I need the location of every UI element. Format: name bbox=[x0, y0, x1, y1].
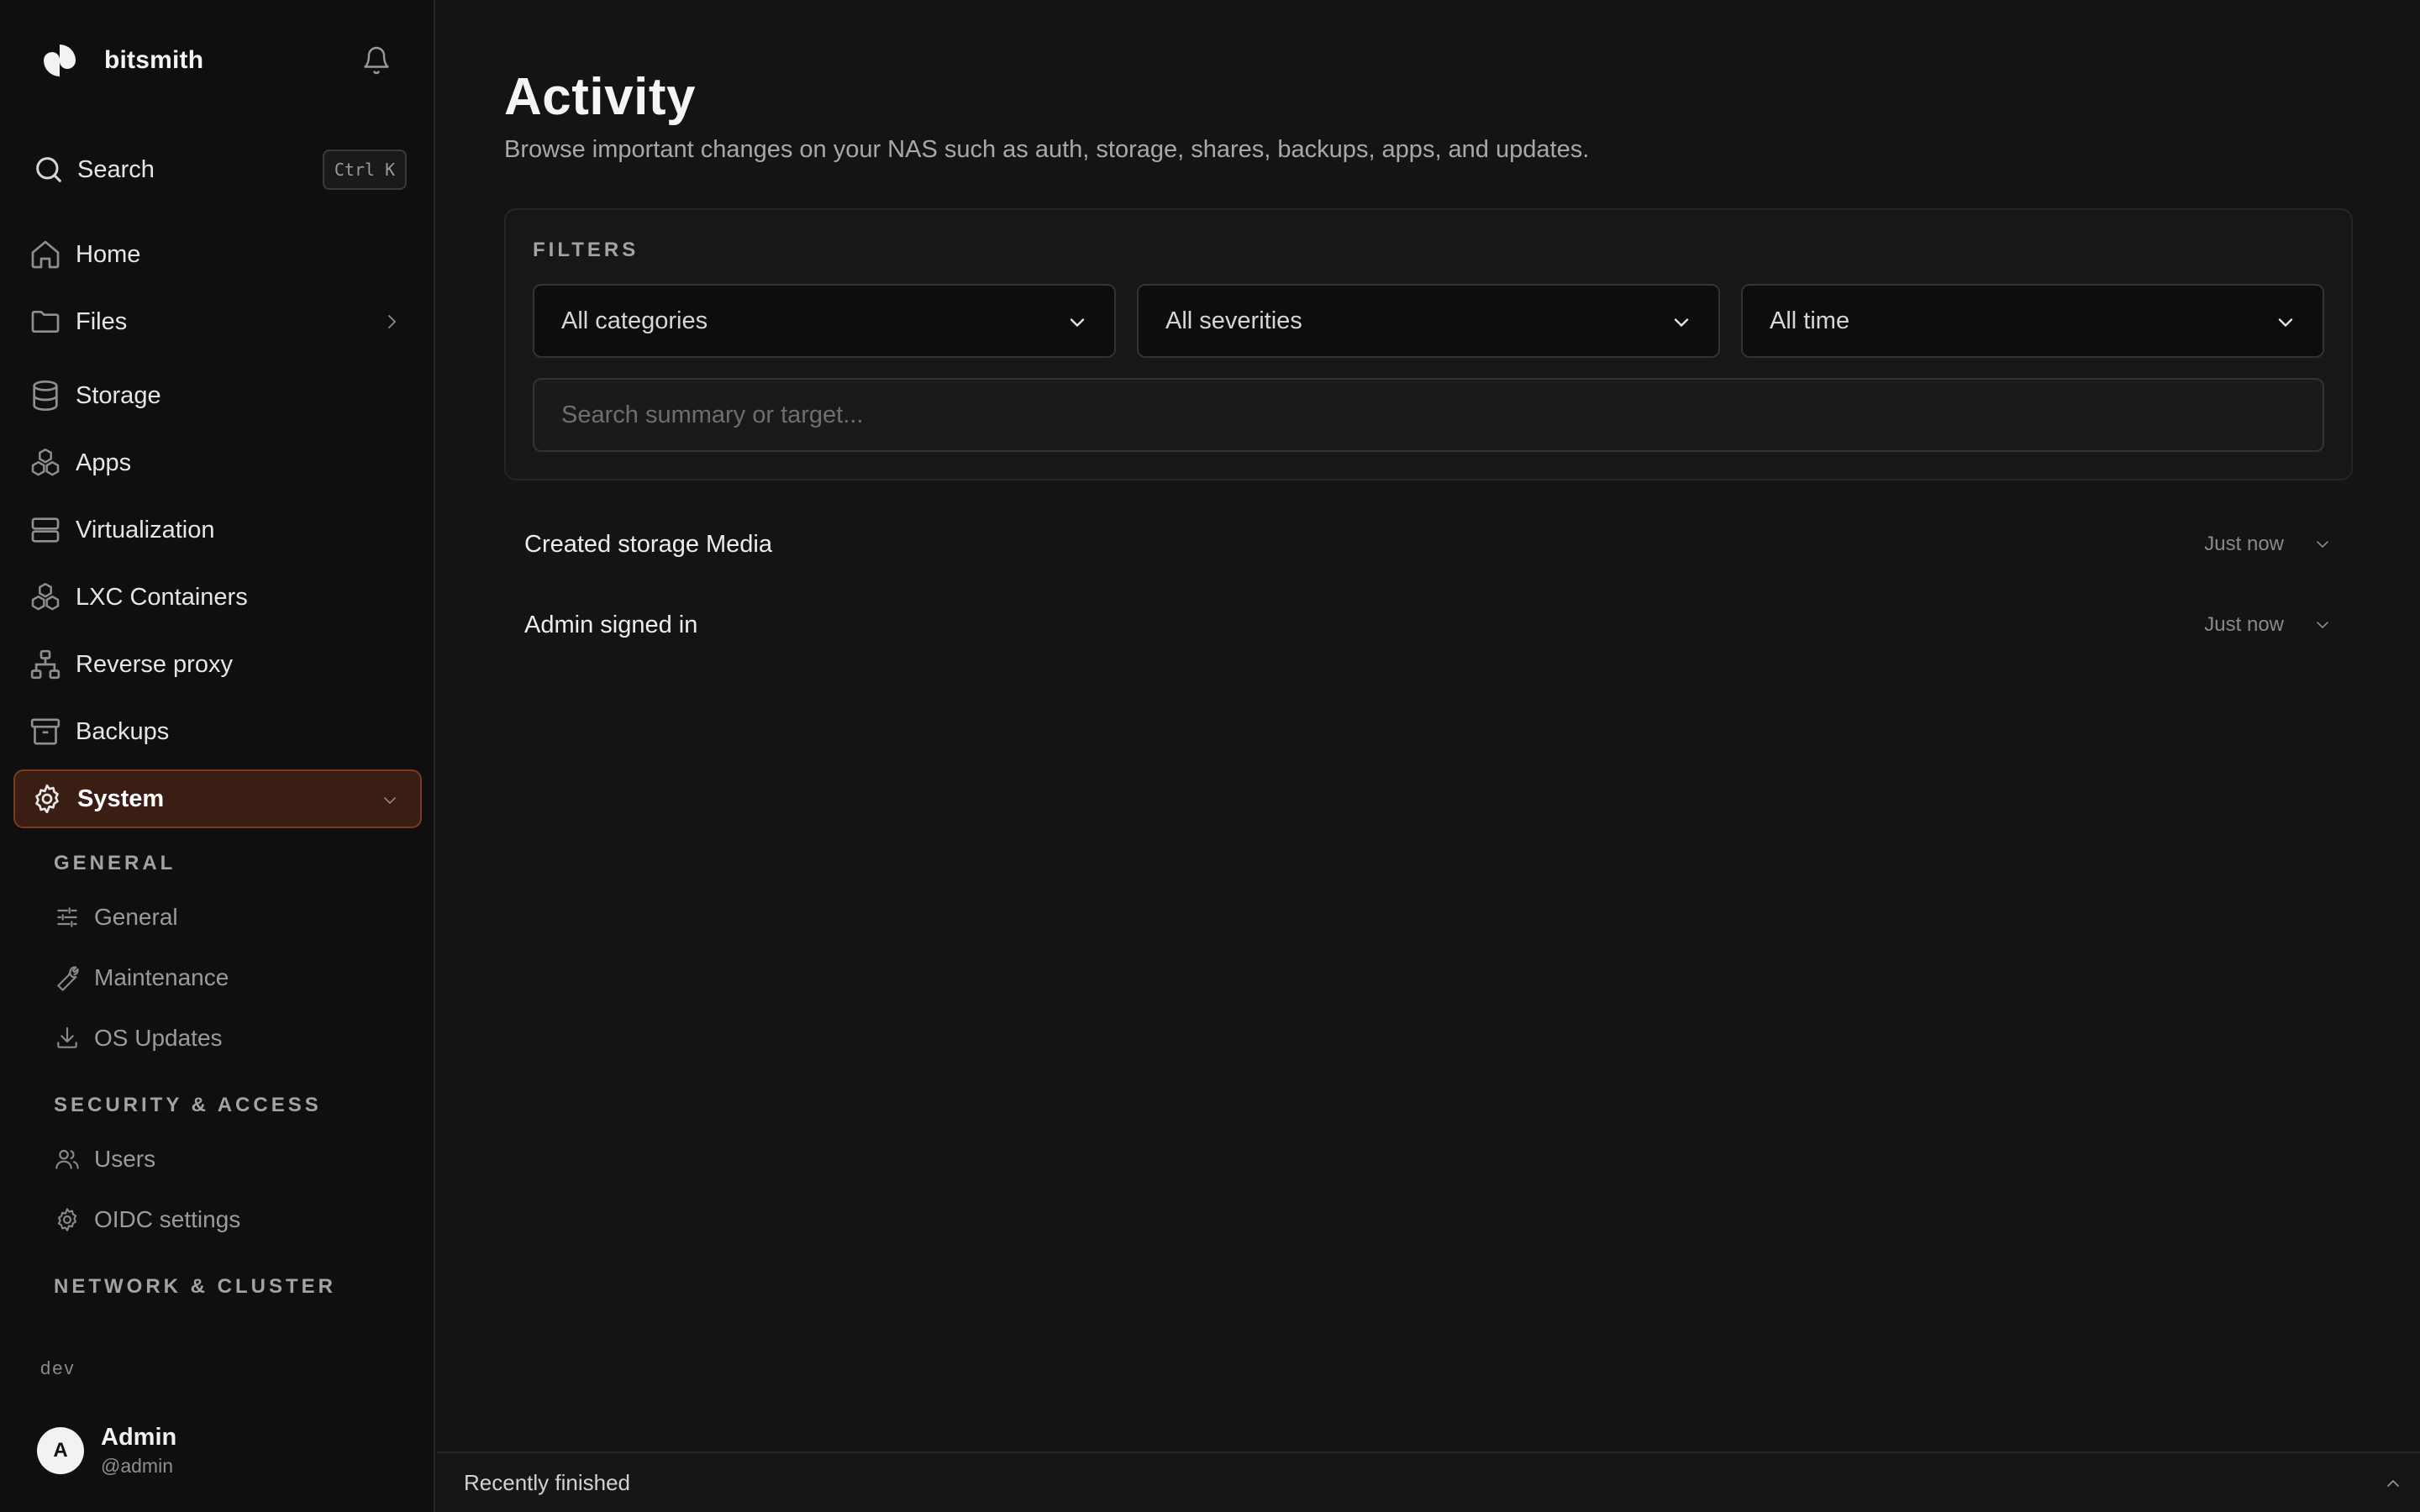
page-subtitle: Browse important changes on your NAS suc… bbox=[504, 136, 1590, 163]
sub-item-label: OIDC settings bbox=[94, 1206, 241, 1232]
activity-summary: Created storage Media bbox=[524, 530, 772, 558]
nav-item-reverse-proxy[interactable]: Reverse proxy bbox=[13, 635, 422, 694]
boxes-icon bbox=[29, 580, 62, 614]
brand-name: bitsmith bbox=[104, 46, 204, 74]
activity-summary: Admin signed in bbox=[524, 611, 698, 638]
nav-item-virtualization[interactable]: Virtualization bbox=[13, 501, 422, 559]
chevron-down-icon bbox=[1670, 311, 1693, 334]
recently-finished-bar[interactable]: Recently finished bbox=[437, 1452, 2420, 1512]
severity-select-value: All severities bbox=[1165, 307, 1302, 334]
folder-icon bbox=[29, 305, 62, 339]
wrench-icon bbox=[54, 964, 81, 991]
nav-label: Reverse proxy bbox=[76, 650, 233, 678]
nav-item-storage[interactable]: Storage bbox=[13, 366, 422, 425]
search-button[interactable]: Search Ctrl K bbox=[29, 144, 407, 195]
chevron-down-icon[interactable] bbox=[2312, 615, 2333, 635]
section-label-security-access: SECURITY & ACCESS bbox=[54, 1094, 322, 1116]
activity-time: Just now bbox=[2204, 533, 2284, 555]
search-shortcut-badge: Ctrl K bbox=[323, 150, 407, 190]
nav-item-lxc-containers[interactable]: LXC Containers bbox=[13, 568, 422, 627]
nav-label: Backups bbox=[76, 717, 170, 745]
chevron-down-icon[interactable] bbox=[380, 790, 400, 811]
sidebar: bitsmith Search Ctrl K Home Files Storag… bbox=[0, 0, 435, 1512]
sub-item-oidc-settings[interactable]: OIDC settings bbox=[47, 1194, 417, 1245]
filters-label: FILTERS bbox=[533, 239, 639, 261]
chevron-down-icon bbox=[1065, 311, 1089, 334]
nav-item-system[interactable]: System bbox=[13, 769, 422, 828]
app-window: bitsmith Search Ctrl K Home Files Storag… bbox=[0, 0, 2420, 1512]
gear-icon bbox=[54, 1206, 81, 1233]
home-icon bbox=[29, 238, 62, 271]
chevron-down-icon[interactable] bbox=[2312, 534, 2333, 554]
nav-item-apps[interactable]: Apps bbox=[13, 433, 422, 492]
nav-item-backups[interactable]: Backups bbox=[13, 702, 422, 761]
sub-item-general[interactable]: General bbox=[47, 892, 417, 942]
download-icon bbox=[54, 1025, 81, 1052]
search-icon bbox=[32, 153, 66, 186]
activity-row[interactable]: Admin signed in Just now bbox=[504, 591, 2353, 659]
sub-item-label: Maintenance bbox=[94, 964, 229, 990]
chevron-right-icon[interactable] bbox=[381, 312, 402, 332]
sub-item-label: General bbox=[94, 904, 178, 930]
nav-item-files[interactable]: Files bbox=[13, 292, 422, 351]
sub-item-label: OS Updates bbox=[94, 1025, 223, 1051]
database-icon bbox=[29, 379, 62, 412]
search-label: Search bbox=[77, 155, 155, 183]
time-range-select[interactable]: All time bbox=[1741, 284, 2324, 358]
nav-label: Apps bbox=[76, 449, 132, 476]
recently-finished-label: Recently finished bbox=[464, 1469, 630, 1495]
severity-select[interactable]: All severities bbox=[1137, 284, 1720, 358]
gear-icon bbox=[30, 782, 64, 816]
network-icon bbox=[29, 648, 62, 681]
nav-label: LXC Containers bbox=[76, 583, 248, 611]
avatar: A bbox=[37, 1427, 84, 1474]
activity-time: Just now bbox=[2204, 613, 2284, 636]
page-title: Activity bbox=[504, 68, 696, 126]
chevron-down-icon bbox=[2274, 311, 2297, 334]
section-label-network-cluster: NETWORK & CLUSTER bbox=[54, 1275, 336, 1298]
chevron-up-icon[interactable] bbox=[2383, 1473, 2403, 1494]
sliders-icon bbox=[54, 904, 81, 931]
nav-label: Virtualization bbox=[76, 516, 215, 543]
nav-label: System bbox=[77, 785, 165, 812]
sub-item-users[interactable]: Users bbox=[47, 1134, 417, 1184]
environment-label: dev bbox=[40, 1357, 76, 1378]
nav-label: Storage bbox=[76, 381, 161, 409]
user-handle: @admin bbox=[101, 1455, 173, 1477]
category-select-value: All categories bbox=[561, 307, 708, 334]
time-range-select-value: All time bbox=[1770, 307, 1850, 334]
user-name: Admin bbox=[101, 1424, 177, 1451]
user-text: Admin @admin bbox=[101, 1424, 176, 1478]
brand[interactable]: bitsmith bbox=[40, 40, 203, 81]
nav-item-home[interactable]: Home bbox=[13, 225, 422, 284]
category-select[interactable]: All categories bbox=[533, 284, 1116, 358]
sub-item-maintenance[interactable]: Maintenance bbox=[47, 953, 417, 1003]
sub-item-os-updates[interactable]: OS Updates bbox=[47, 1013, 417, 1063]
section-label-general: GENERAL bbox=[54, 852, 176, 874]
sub-item-label: Users bbox=[94, 1146, 156, 1172]
pinwheel-logo-icon bbox=[40, 41, 79, 80]
activity-search-input[interactable] bbox=[533, 378, 2324, 452]
server-icon bbox=[29, 513, 62, 547]
activity-row[interactable]: Created storage Media Just now bbox=[504, 511, 2353, 578]
main-content: Activity Browse important changes on you… bbox=[437, 0, 2420, 1512]
nav-label: Files bbox=[76, 307, 128, 335]
archive-icon bbox=[29, 715, 62, 748]
nav-label: Home bbox=[76, 240, 141, 268]
user-profile[interactable]: A Admin @admin bbox=[37, 1421, 176, 1480]
users-icon bbox=[54, 1146, 81, 1173]
boxes-icon bbox=[29, 446, 62, 480]
filters-panel: FILTERS All categories All severities Al… bbox=[504, 208, 2353, 480]
bell-icon[interactable] bbox=[361, 45, 392, 76]
